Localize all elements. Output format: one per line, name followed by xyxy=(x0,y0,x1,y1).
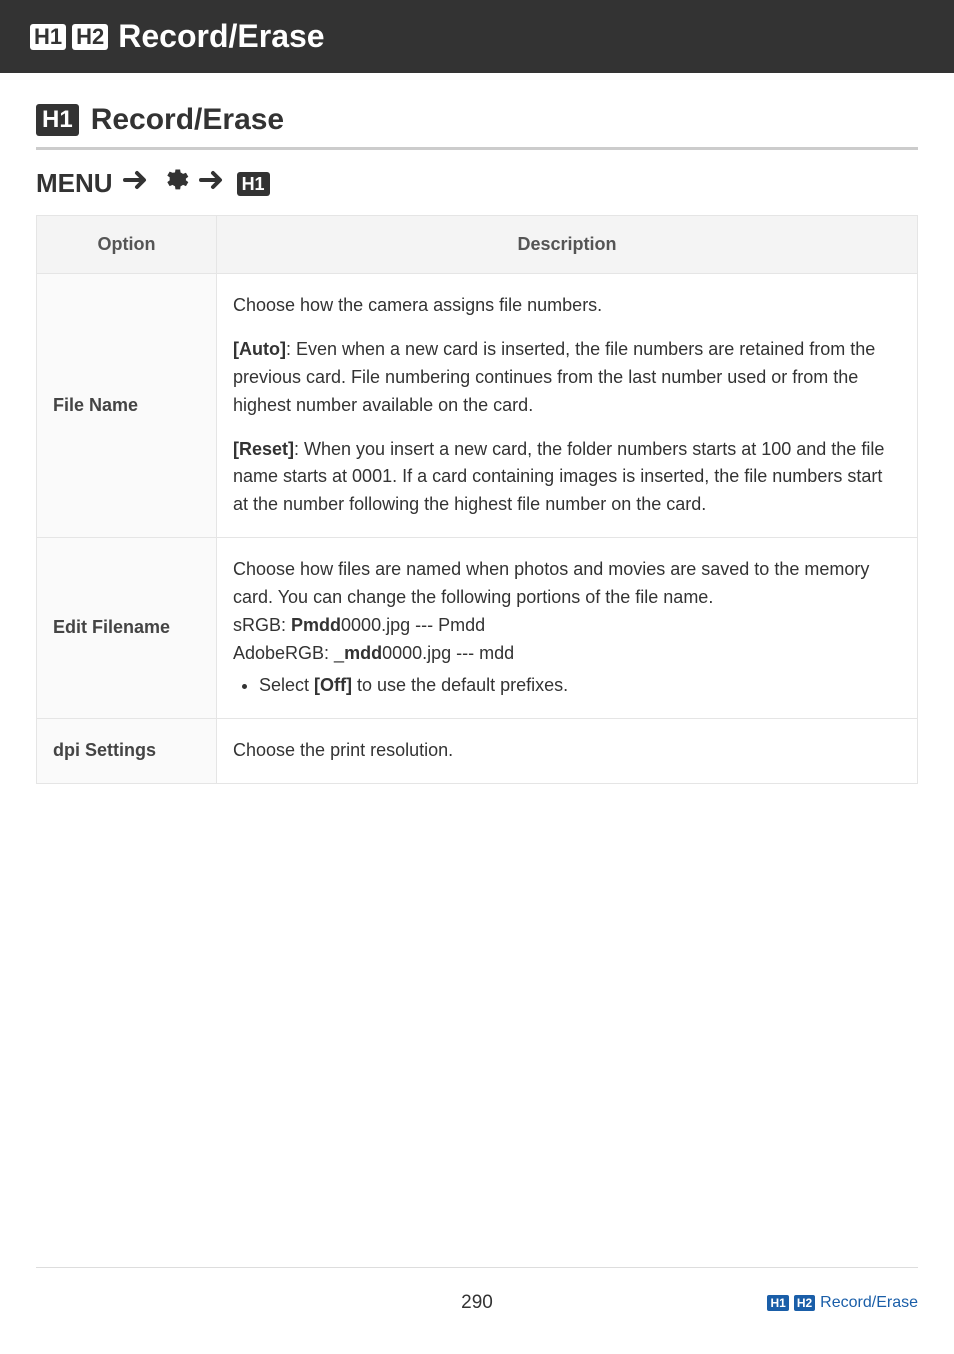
gear-icon xyxy=(161,166,189,201)
filename-auto: [Auto]: Even when a new card is inserted… xyxy=(233,336,901,420)
footer-link-text: Record/Erase xyxy=(820,1294,918,1312)
arrow-icon xyxy=(199,168,227,199)
editfilename-bullet: Select [Off] to use the default prefixes… xyxy=(259,672,901,700)
filename-intro: Choose how the camera assigns file numbe… xyxy=(233,292,901,320)
editfilename-srgb: sRGB: Pmdd0000.jpg --- Pmdd xyxy=(233,612,901,640)
footer-tag-h2: H2 xyxy=(794,1295,815,1311)
breadcrumb: MENU H1 xyxy=(36,166,918,201)
auto-text: : Even when a new card is inserted, the … xyxy=(233,339,875,415)
page-header: H1 H2 Record/Erase xyxy=(0,0,954,73)
option-edit-filename: Edit Filename xyxy=(37,538,217,718)
page-footer: 290 H1 H2 Record/Erase xyxy=(36,1267,918,1314)
section-tag-h1: H1 xyxy=(36,104,79,136)
reset-text: : When you insert a new card, the folder… xyxy=(233,439,884,515)
reset-label: [Reset] xyxy=(233,439,294,459)
footer-link[interactable]: H1 H2 Record/Erase xyxy=(767,1294,918,1312)
page-title: Record/Erase xyxy=(118,18,324,55)
content-area: H1 Record/Erase MENU H1 Option Descripti… xyxy=(0,73,954,784)
header-tag-h1: H1 xyxy=(30,24,66,50)
option-dpi: dpi Settings xyxy=(37,718,217,783)
table-row: Edit Filename Choose how files are named… xyxy=(37,538,918,718)
col-header-option: Option xyxy=(37,216,217,274)
section-heading: H1 Record/Erase xyxy=(36,103,918,150)
breadcrumb-tag-h1: H1 xyxy=(237,172,270,196)
table-row: File Name Choose how the camera assigns … xyxy=(37,274,918,538)
breadcrumb-menu: MENU xyxy=(36,168,113,199)
desc-file-name: Choose how the camera assigns file numbe… xyxy=(217,274,918,538)
footer-tag-h1: H1 xyxy=(767,1295,788,1311)
header-tags: H1 H2 xyxy=(30,24,108,50)
option-file-name: File Name xyxy=(37,274,217,538)
table-row: dpi Settings Choose the print resolution… xyxy=(37,718,918,783)
header-tag-h2: H2 xyxy=(72,24,108,50)
filename-reset: [Reset]: When you insert a new card, the… xyxy=(233,436,901,520)
desc-dpi: Choose the print resolution. xyxy=(217,718,918,783)
desc-edit-filename: Choose how files are named when photos a… xyxy=(217,538,918,718)
col-header-description: Description xyxy=(217,216,918,274)
auto-label: [Auto] xyxy=(233,339,286,359)
editfilename-adobe: AdobeRGB: _mdd0000.jpg --- mdd xyxy=(233,640,901,668)
arrow-icon xyxy=(123,168,151,199)
section-title: Record/Erase xyxy=(91,103,284,137)
options-table: Option Description File Name Choose how … xyxy=(36,215,918,784)
page-number: 290 xyxy=(461,1292,493,1314)
editfilename-line1: Choose how files are named when photos a… xyxy=(233,556,901,612)
